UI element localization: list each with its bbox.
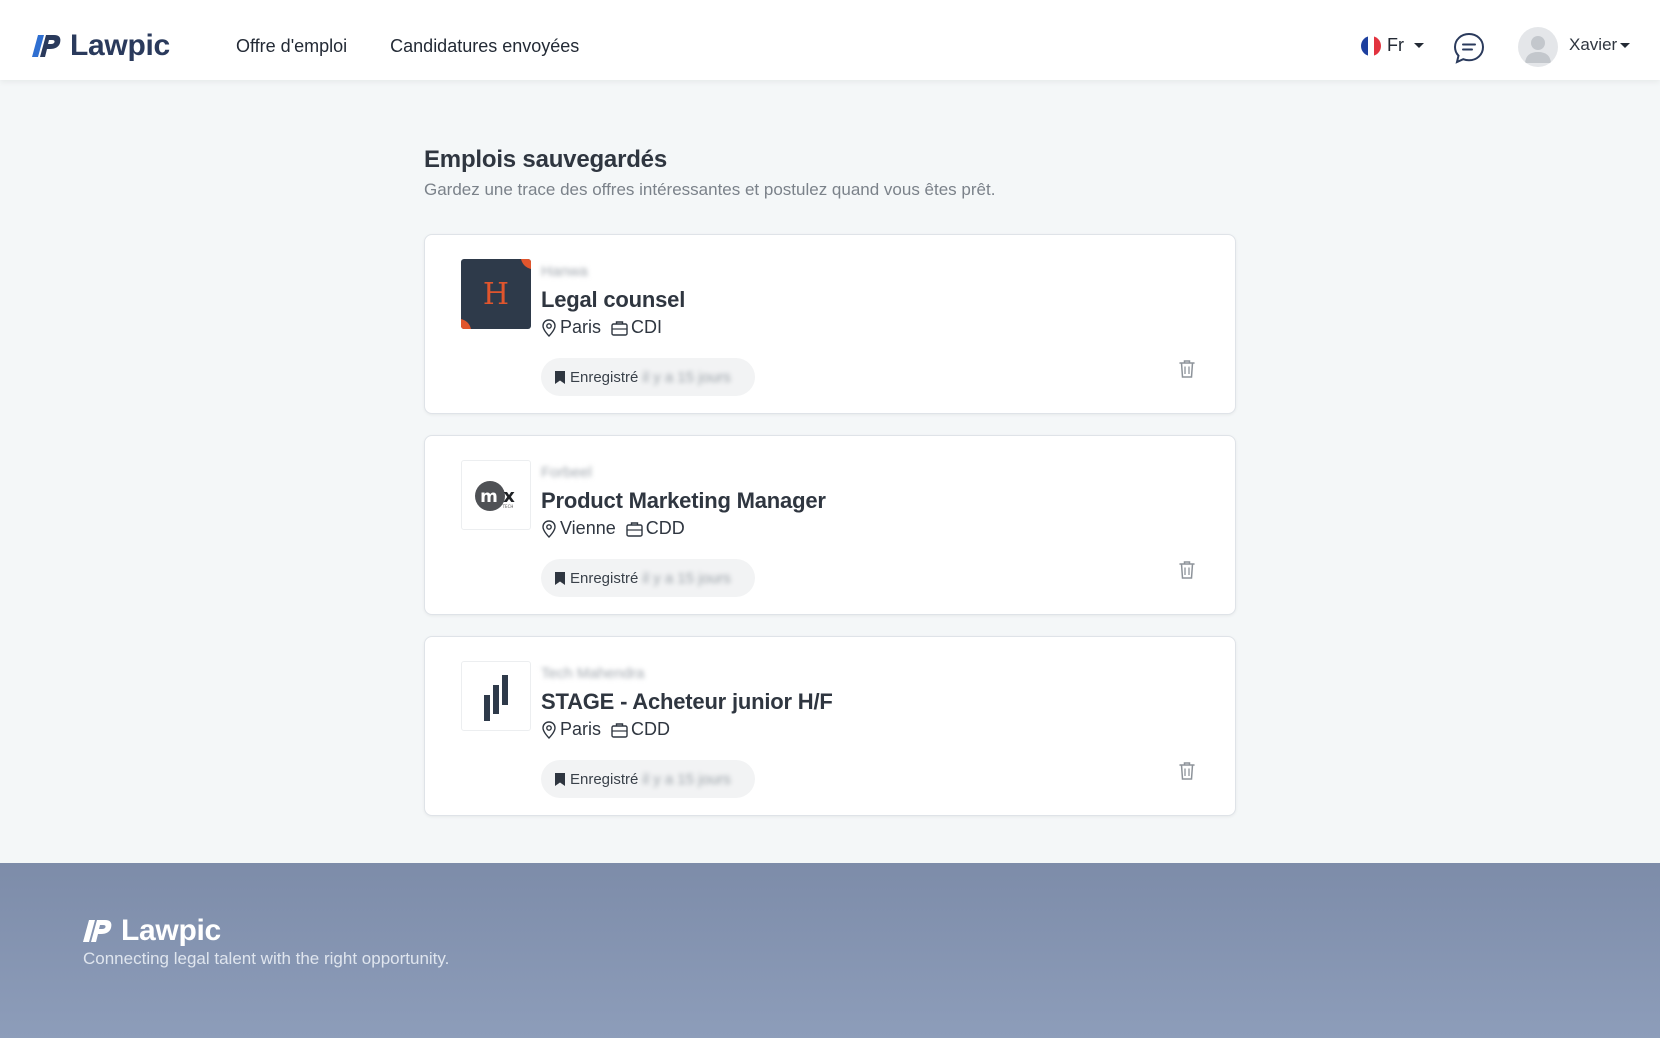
bookmark-icon — [555, 571, 565, 585]
job-location-label: Vienne — [560, 518, 616, 538]
chevron-down-icon — [1414, 43, 1424, 48]
saved-status-badge: Enregistré il y a 15 jours — [541, 559, 755, 597]
job-title[interactable]: STAGE - Acheteur junior H/F — [541, 689, 833, 715]
location-pin-icon — [542, 720, 556, 739]
footer-tagline: Connecting legal talent with the right o… — [83, 949, 450, 968]
company-name: Hanwa — [541, 263, 588, 280]
nav-item-job-offers[interactable]: Offre d'emploi — [236, 36, 347, 57]
saved-job-card[interactable]: Tech Mahendra STAGE - Acheteur junior H/… — [424, 636, 1236, 816]
job-location-label: Paris — [560, 317, 602, 337]
briefcase-icon — [611, 320, 628, 336]
user-menu[interactable]: Xavier — [1569, 35, 1631, 55]
location-pin-icon — [542, 519, 556, 538]
language-label: Fr — [1387, 35, 1404, 55]
saved-status-badge: Enregistré il y a 15 jours — [541, 760, 755, 798]
saved-label: Enregistré — [570, 569, 639, 587]
company-logo-letter: H — [483, 277, 509, 312]
footer-brand-logo[interactable]: Lawpic — [83, 913, 221, 949]
job-contract-label: CDD — [631, 719, 671, 739]
company-logo: m x TECH — [461, 460, 531, 530]
trash-icon[interactable] — [1177, 760, 1197, 782]
location-pin-icon — [542, 318, 556, 337]
chat-icon[interactable] — [1452, 31, 1486, 65]
page-subtitle: Gardez une trace des offres intéressante… — [424, 180, 996, 199]
company-name: Tech Mahendra — [541, 665, 645, 682]
bookmark-icon — [555, 370, 565, 384]
trash-icon[interactable] — [1177, 559, 1197, 581]
job-title[interactable]: Legal counsel — [541, 287, 685, 313]
main-nav: Offre d'emploi Candidatures envoyées — [236, 36, 579, 57]
logo-mark-icon — [83, 920, 112, 942]
user-avatar-icon[interactable] — [1518, 27, 1558, 67]
saved-ago: il y a 15 jours — [642, 368, 731, 386]
job-contract: CDD — [611, 719, 670, 740]
brand-name: Lawpic — [70, 29, 170, 62]
saved-label: Enregistré — [570, 770, 639, 788]
job-contract: CDI — [611, 317, 662, 338]
page-title: Emplois sauvegardés — [424, 146, 667, 173]
logo-mark-icon — [32, 35, 61, 57]
saved-ago: il y a 15 jours — [642, 569, 731, 587]
company-logo-letter: m — [480, 487, 498, 507]
saved-ago: il y a 15 jours — [642, 770, 731, 788]
job-location: Vienne — [541, 518, 616, 539]
top-navbar: Lawpic Offre d'emploi Candidatures envoy… — [0, 0, 1660, 80]
job-meta: Paris CDI — [541, 317, 672, 338]
trash-icon[interactable] — [1177, 358, 1197, 380]
language-selector[interactable]: Fr — [1361, 35, 1424, 56]
job-location: Paris — [541, 719, 601, 740]
footer-brand-name: Lawpic — [121, 914, 221, 947]
saved-job-card[interactable]: H Hanwa Legal counsel Paris CDI Enregist… — [424, 234, 1236, 414]
company-logo-sub: TECH — [502, 504, 514, 509]
company-name: Forbeel — [541, 464, 592, 481]
saved-job-card[interactable]: m x TECH Forbeel Product Marketing Manag… — [424, 435, 1236, 615]
chevron-down-icon — [1620, 42, 1631, 48]
bookmark-icon — [555, 772, 565, 786]
job-title[interactable]: Product Marketing Manager — [541, 488, 826, 514]
brand-logo[interactable]: Lawpic — [32, 28, 170, 64]
job-contract-label: CDD — [645, 518, 685, 538]
company-logo — [461, 661, 531, 731]
briefcase-icon — [626, 521, 643, 537]
saved-status-badge: Enregistré il y a 15 jours — [541, 358, 755, 396]
briefcase-icon — [611, 722, 628, 738]
job-location-label: Paris — [560, 719, 602, 739]
job-meta: Paris CDD — [541, 719, 680, 740]
saved-label: Enregistré — [570, 368, 639, 386]
job-meta: Vienne CDD — [541, 518, 695, 539]
job-contract-label: CDI — [631, 317, 663, 337]
user-name-label: Xavier — [1569, 35, 1618, 54]
job-location: Paris — [541, 317, 601, 338]
company-logo: H — [461, 259, 531, 329]
job-contract: CDD — [626, 518, 685, 539]
page-footer: Lawpic Connecting legal talent with the … — [0, 863, 1660, 1038]
flag-fr-icon — [1361, 35, 1381, 56]
page-header: Emplois sauvegardés Gardez une trace des… — [424, 146, 1236, 200]
nav-item-applications-sent[interactable]: Candidatures envoyées — [390, 36, 579, 57]
